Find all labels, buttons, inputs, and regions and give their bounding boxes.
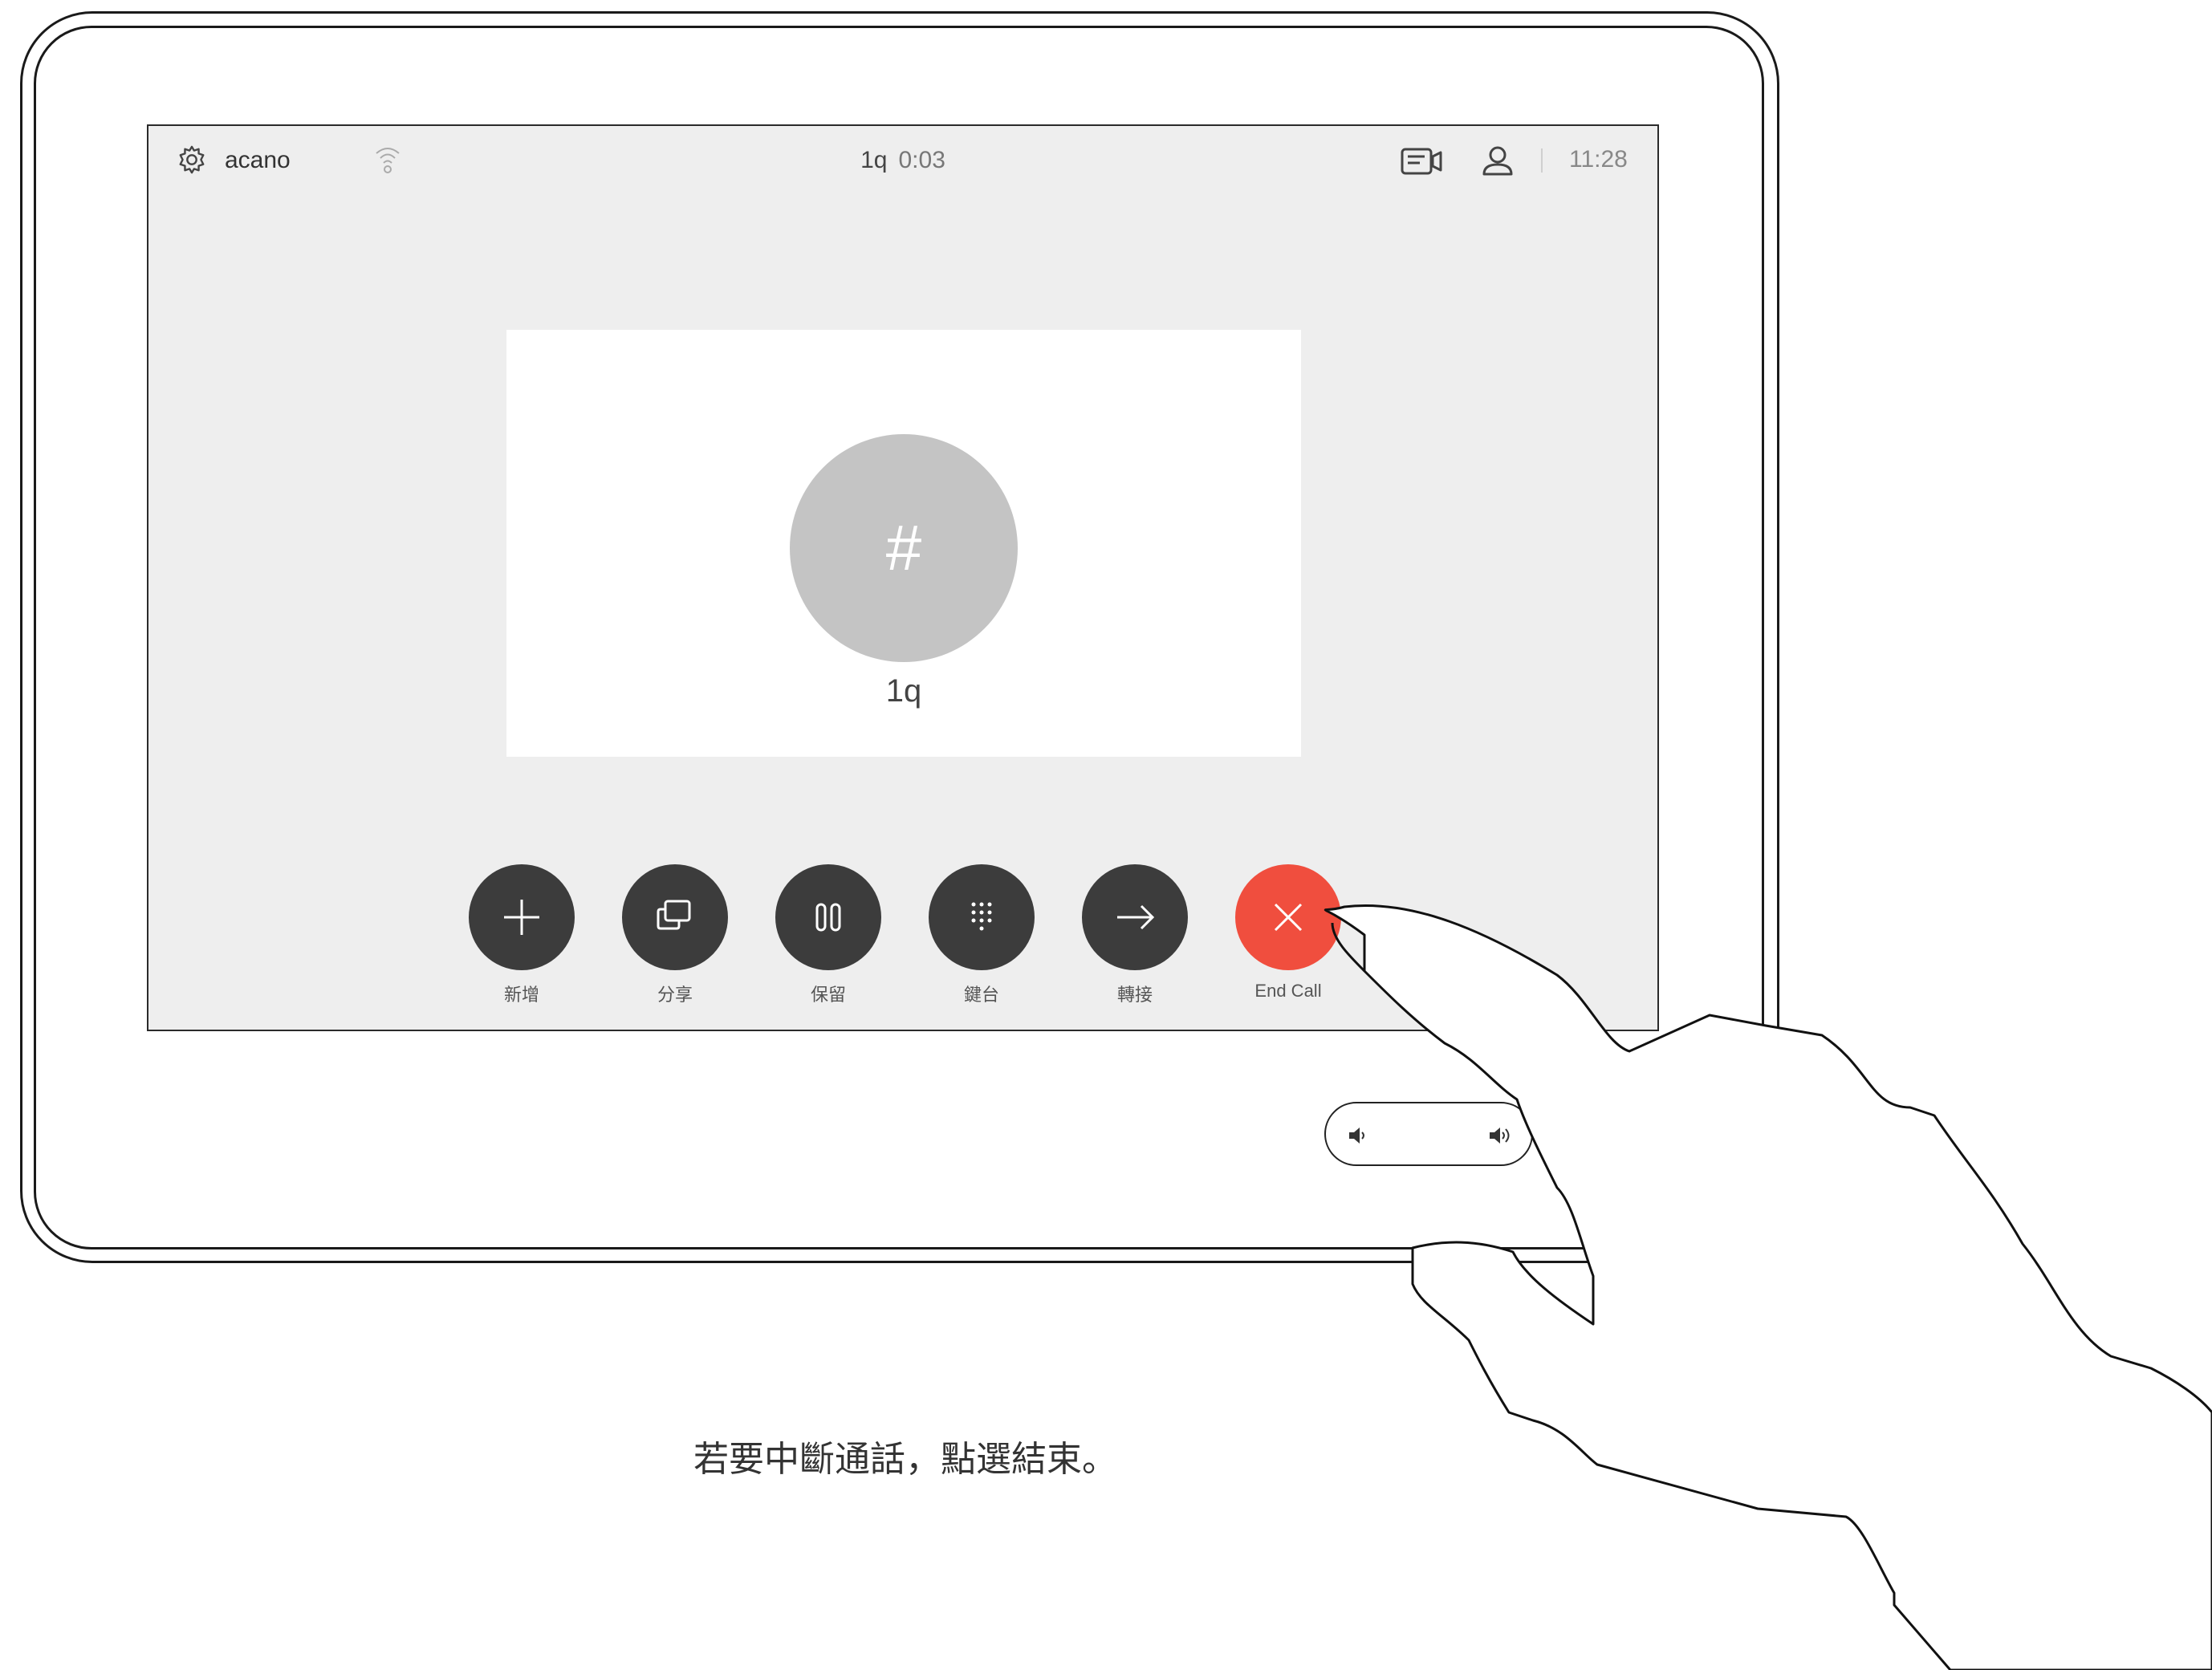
volume-up-icon[interactable] bbox=[1486, 1124, 1515, 1147]
volume-down-icon[interactable] bbox=[1346, 1124, 1368, 1147]
volume-control[interactable] bbox=[1324, 1102, 1533, 1166]
end-call-label: End Call bbox=[1254, 981, 1322, 1001]
hold-label: 保留 bbox=[810, 985, 846, 1005]
person-icon[interactable] bbox=[1481, 144, 1515, 177]
keypad-icon bbox=[971, 902, 992, 931]
hold-icon bbox=[815, 903, 841, 932]
divider bbox=[1541, 148, 1543, 173]
selfview-icon[interactable] bbox=[1401, 147, 1442, 176]
plus-icon bbox=[504, 900, 539, 935]
participant-card: # 1q bbox=[506, 330, 1301, 757]
hold-button[interactable] bbox=[775, 864, 881, 970]
participant-name: 1q bbox=[885, 673, 922, 709]
transfer-label: 轉接 bbox=[1116, 985, 1153, 1005]
instruction-caption: 若要中斷通話，點選結束。 bbox=[693, 1439, 1117, 1480]
keypad-label: 鍵台 bbox=[963, 985, 999, 1005]
participant-avatar: # bbox=[790, 434, 1018, 662]
arrow-right-icon bbox=[1117, 904, 1155, 930]
share-icon bbox=[657, 900, 691, 930]
add-button[interactable] bbox=[469, 864, 575, 970]
call-duration: 0:03 bbox=[898, 147, 945, 173]
call-name: 1q bbox=[860, 147, 888, 173]
share-label: 分享 bbox=[657, 985, 693, 1005]
clock: 11:28 bbox=[1569, 146, 1628, 173]
keypad-button[interactable] bbox=[929, 864, 1035, 970]
transfer-button[interactable] bbox=[1082, 864, 1188, 970]
add-label: 新增 bbox=[503, 985, 539, 1005]
status-bar: acano 1q 0:03 11:28 bbox=[148, 126, 1657, 190]
share-button[interactable] bbox=[622, 864, 728, 970]
end-call-button[interactable] bbox=[1235, 864, 1341, 970]
touch-screen: acano 1q 0:03 11:28 # 1q 新增 分享 保留 鍵台 轉接 … bbox=[147, 124, 1659, 1031]
close-icon bbox=[1274, 903, 1303, 932]
